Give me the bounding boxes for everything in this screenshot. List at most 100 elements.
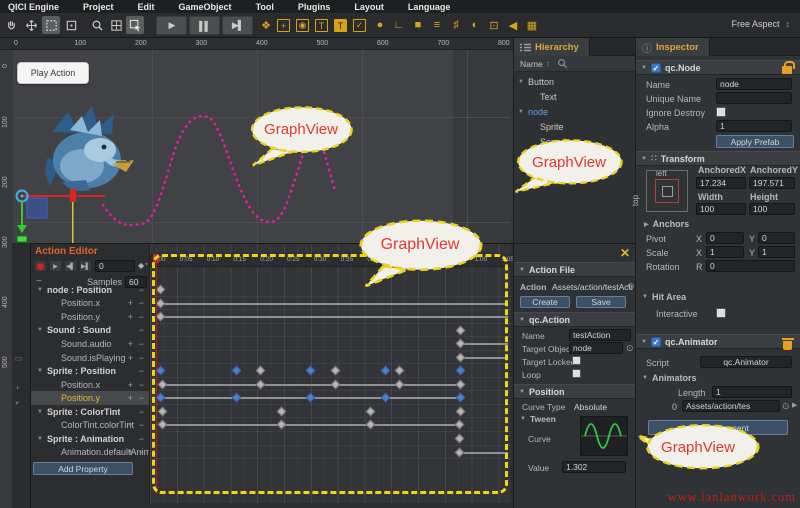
width-field[interactable]: 100 [696,203,746,215]
move-tool-button[interactable] [22,16,40,34]
animators-row[interactable]: ▼ Animators [642,373,696,383]
tween-row[interactable]: ▼ Tween [520,414,556,424]
target-locked-checkbox[interactable] [572,356,581,365]
dialog-icon[interactable]: ⊡ [486,17,502,33]
action-row-position-x[interactable]: Position.x+− [31,378,149,392]
remove-button[interactable]: − [139,325,144,335]
anchor-preset-widget[interactable] [646,170,688,212]
qc-node-header[interactable]: ▼ ✓ qc.Node [636,60,800,75]
height-field[interactable]: 100 [749,203,795,215]
curve-preview[interactable] [580,416,628,456]
transform-header[interactable]: ▼ ∷ Transform [636,151,800,166]
menu-layout[interactable]: Layout [354,2,384,12]
record-button[interactable] [34,260,47,272]
hierarchy-item-sprite[interactable]: Sprite [514,119,635,134]
remove-button[interactable]: − [139,420,144,430]
curve-type-value[interactable]: Absolute [574,402,607,412]
add-key-button[interactable]: + [128,420,133,430]
chevron-down-icon[interactable]: ▼ [37,327,43,333]
sprite-icon[interactable]: + [277,19,290,32]
chevron-down-icon[interactable]: ▼ [37,409,43,415]
action-row-sound-isplaying[interactable]: Sound.isPlaying+− [31,351,149,365]
tab-hierarchy[interactable]: Hierarchy [514,38,590,56]
tab-inspector[interactable]: ⓘ Inspector [636,38,710,56]
remove-button[interactable]: − [139,339,144,349]
transform-gizmo[interactable] [10,155,120,243]
menu-plugins[interactable]: Plugins [298,2,331,12]
zoom-tool-button[interactable] [88,16,106,34]
value-field[interactable]: 1.302 [562,461,626,473]
remove-button[interactable]: − [139,353,144,363]
hierarchy-filter-bar[interactable]: Name ↕ [514,56,635,72]
name-field[interactable]: node [716,78,792,90]
menu-gameobject[interactable]: GameObject [179,2,232,12]
lock-icon[interactable] [782,66,792,74]
game-object-icon[interactable]: ❖ [258,17,274,33]
menu-tool[interactable]: Tool [256,2,274,12]
action-name-field[interactable]: testAction [569,329,631,341]
tween-icon[interactable]: ◐ [467,17,483,33]
step-button[interactable]: ▶▌ [222,16,253,35]
remove-button[interactable]: − [139,380,144,390]
position-section-header[interactable]: ▼ Position [514,384,635,399]
chevron-down-icon[interactable]: ▼ [37,368,43,374]
ae-last-frame-button[interactable]: ▶▌ [79,260,92,272]
scale-y-field[interactable]: 1 [758,246,795,258]
select-tool-button[interactable] [126,16,144,34]
hierarchy-item-node[interactable]: ▼node [514,104,635,119]
remove-button[interactable]: − [139,366,144,376]
progress-icon[interactable]: ● [372,17,388,33]
apply-prefab-button[interactable]: Apply Prefab [716,135,794,148]
animator-asset-field[interactable]: Assets/action/tes [682,400,780,412]
action-row-position-x[interactable]: Position.x+− [31,297,149,311]
anchors-row[interactable]: ▶ Anchors [644,219,689,229]
remove-button[interactable]: − [139,407,144,417]
play-button[interactable]: ▶ [156,16,187,35]
alpha-field[interactable]: 1 [716,120,792,132]
interactive-checkbox[interactable] [716,308,726,318]
pivot-y-field[interactable]: 0 [758,232,795,244]
anchoredy-field[interactable]: 197.571 [749,177,795,189]
add-key-button[interactable]: + [128,380,133,390]
frame-field[interactable]: 0 [95,260,135,272]
add-key-button[interactable]: + [128,339,133,349]
ignore-destroy-checkbox[interactable] [716,107,726,117]
action-row-colortint-colortint[interactable]: ColorTint.colorTint+− [31,418,149,432]
list-icon[interactable]: ≡ [429,17,445,33]
panel-icon[interactable]: ■ [410,17,426,33]
add-key-button[interactable]: + [128,447,133,457]
close-icon[interactable]: ✕ [620,246,630,260]
action-row-position-y[interactable]: Position.y+− [31,391,149,405]
remove-button[interactable]: − [139,434,144,444]
object-picker-icon[interactable]: ⊙ [626,343,634,354]
text-icon[interactable]: T [315,19,328,32]
trash-icon[interactable] [783,341,792,350]
remove-button[interactable]: − [139,393,144,403]
unique-name-field[interactable] [716,92,792,104]
loop-checkbox[interactable] [572,369,581,378]
object-picker-icon[interactable]: ⊙ [627,281,635,292]
search-icon[interactable] [557,58,568,69]
scrollbar-icon[interactable]: ∟ [391,17,407,33]
chevron-down-icon[interactable]: ▼ [37,287,43,293]
pivot-x-field[interactable]: 0 [706,232,744,244]
action-row-sprite-colortint[interactable]: ▼Sprite : ColorTint− [31,405,149,419]
action-row-sound-audio[interactable]: Sound.audio+− [31,337,149,351]
add-keyframe-icon[interactable]: ◆⁺ [138,261,148,270]
ae-play-button[interactable]: ▶ [49,260,62,272]
chevron-down-icon[interactable]: ▼ [518,109,524,115]
target-object-field[interactable]: node [569,342,623,354]
component-enabled-checkbox[interactable]: ✓ [651,63,661,73]
object-picker-icon[interactable]: ⊙ [782,401,790,412]
hand-tool-button[interactable] [2,16,20,34]
ae-first-frame-button[interactable]: ◀▌ [64,260,77,272]
anchoredx-field[interactable]: 17.234 [696,177,746,189]
ui-image-icon[interactable]: ◉ [296,19,309,32]
input-text-icon[interactable]: T [334,19,347,32]
hierarchy-item-text[interactable]: Text [514,89,635,104]
menu-language[interactable]: Language [408,2,451,12]
action-row-position-y[interactable]: Position.y+− [31,310,149,324]
add-key-button[interactable]: + [128,298,133,308]
action-row-sprite-position[interactable]: ▼Sprite : Position− [31,364,149,378]
action-file-header[interactable]: ▼ Action File [514,262,635,277]
